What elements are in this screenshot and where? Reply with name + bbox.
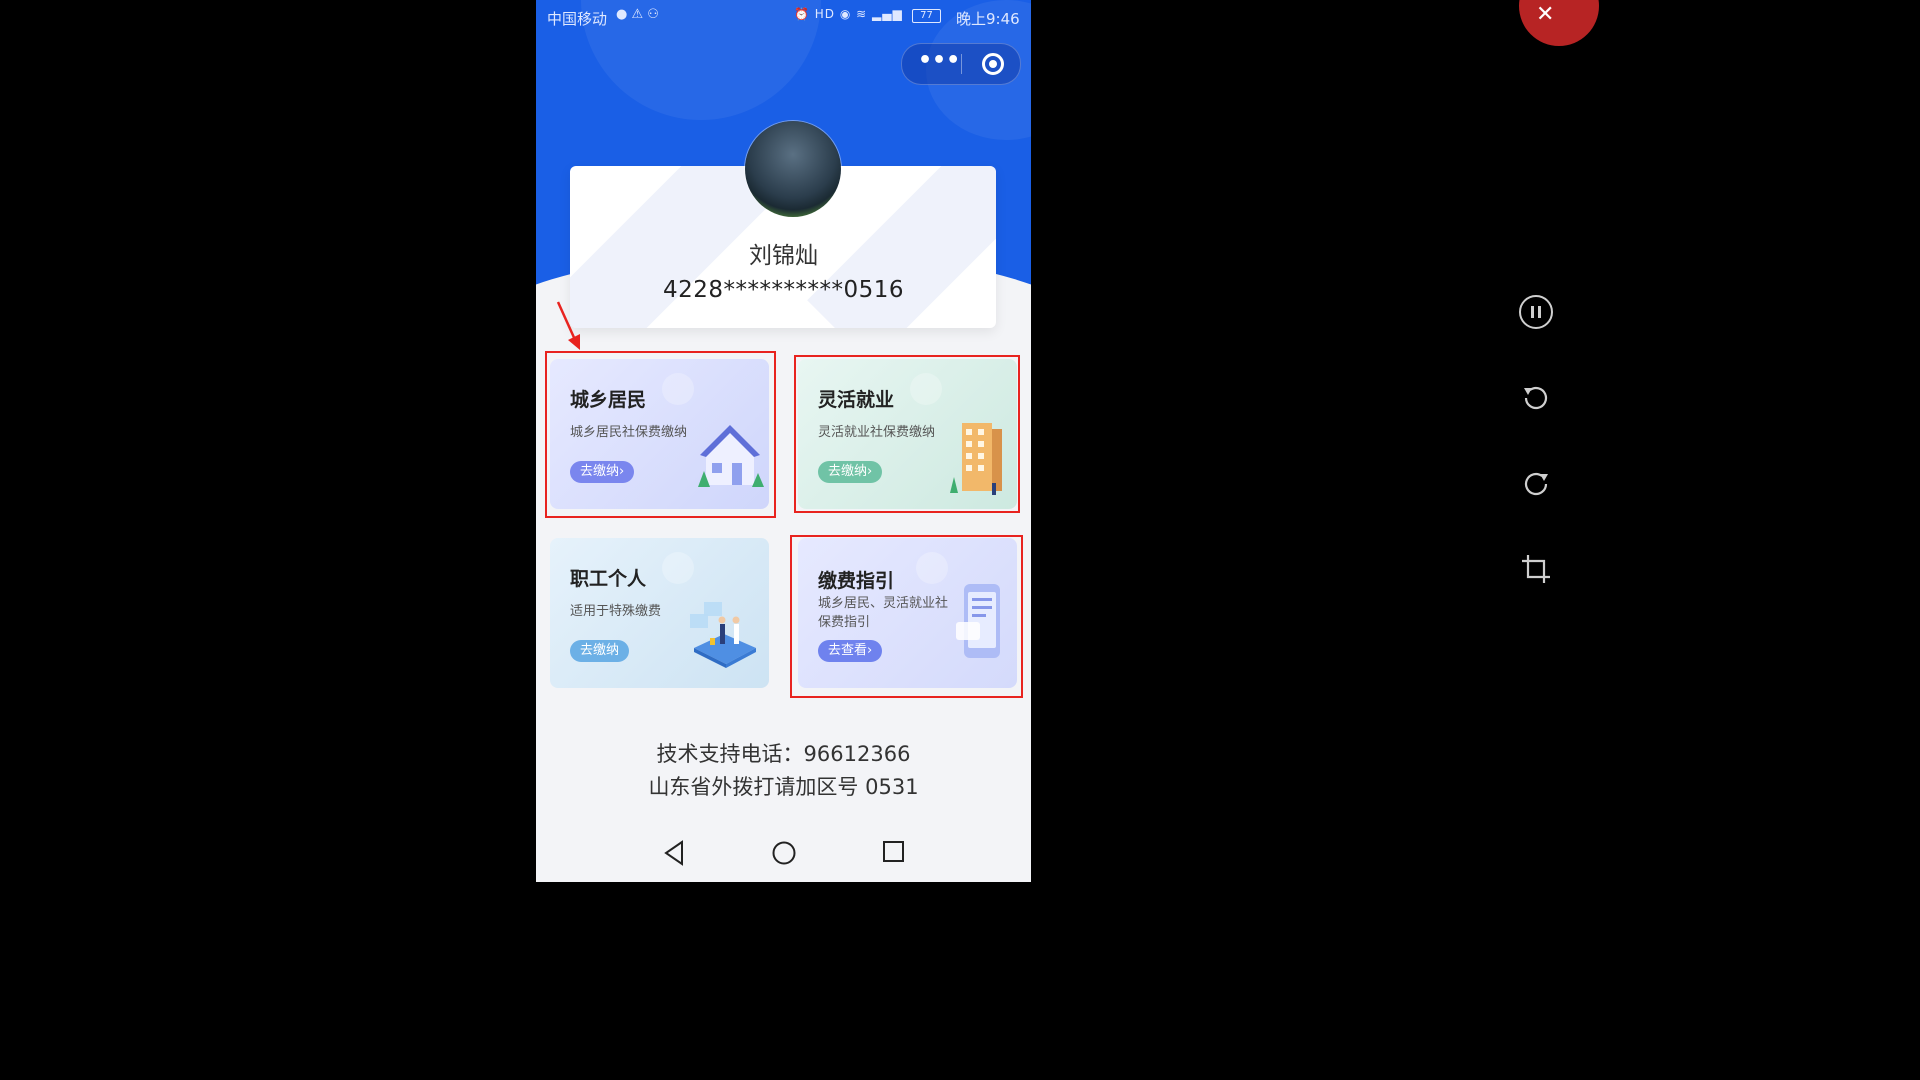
crop-button[interactable]: [1518, 551, 1554, 587]
system-icons: ⏰ HD ◉ ≋ ▂▄▆: [794, 7, 903, 21]
carrier-label: 中国移动: [547, 10, 608, 28]
annotation-arrow-icon: [556, 301, 580, 350]
card-title: 职工个人: [570, 568, 647, 590]
pause-button[interactable]: [1518, 294, 1554, 330]
pause-icon: [1519, 295, 1553, 329]
highlight-box-guide: [790, 535, 1023, 698]
decor-bubble: [662, 552, 694, 584]
close-recorder-button[interactable]: ✕: [1519, 0, 1599, 46]
user-name: 刘锦灿: [749, 243, 818, 269]
close-miniprogram-icon[interactable]: [982, 53, 1004, 75]
close-icon: ✕: [1536, 2, 1555, 27]
highlight-box-urban-rural: [545, 351, 776, 518]
rotate-left-icon: [1524, 386, 1548, 410]
id-number: 4228**********0516: [662, 277, 905, 303]
clock: 晚上9:46: [956, 10, 1020, 28]
avatar: [745, 121, 841, 217]
support-phone: 技术支持电话：96612366: [656, 742, 911, 766]
miniprogram-capsule: •••: [901, 43, 1021, 85]
home-icon[interactable]: [771, 840, 797, 866]
card-employee-individual[interactable]: 职工个人 适用于特殊缴费 去缴纳: [550, 538, 769, 688]
status-bar: 中国移动 ● ⚠ ⚇ ⏰ HD ◉ ≋ ▂▄▆ 77 晚上9:46: [536, 0, 1031, 34]
rotate-right-button[interactable]: [1518, 466, 1554, 502]
battery-icon: 77: [912, 9, 941, 23]
android-nav-bar: [536, 828, 1031, 878]
back-icon[interactable]: [662, 840, 686, 866]
more-icon[interactable]: •••: [918, 44, 960, 84]
recents-icon[interactable]: [882, 840, 906, 864]
rotate-left-button[interactable]: [1518, 380, 1554, 416]
rotate-right-icon: [1524, 472, 1548, 496]
capsule-divider: [961, 54, 962, 74]
highlight-box-flexible: [794, 355, 1020, 513]
support-area-code: 山东省外拨打请加区号 0531: [648, 775, 919, 799]
notification-icons: ● ⚠ ⚇: [616, 7, 659, 22]
pay-button[interactable]: 去缴纳: [570, 640, 630, 662]
crop-icon: [1522, 555, 1550, 583]
workers-icon: [690, 602, 756, 668]
